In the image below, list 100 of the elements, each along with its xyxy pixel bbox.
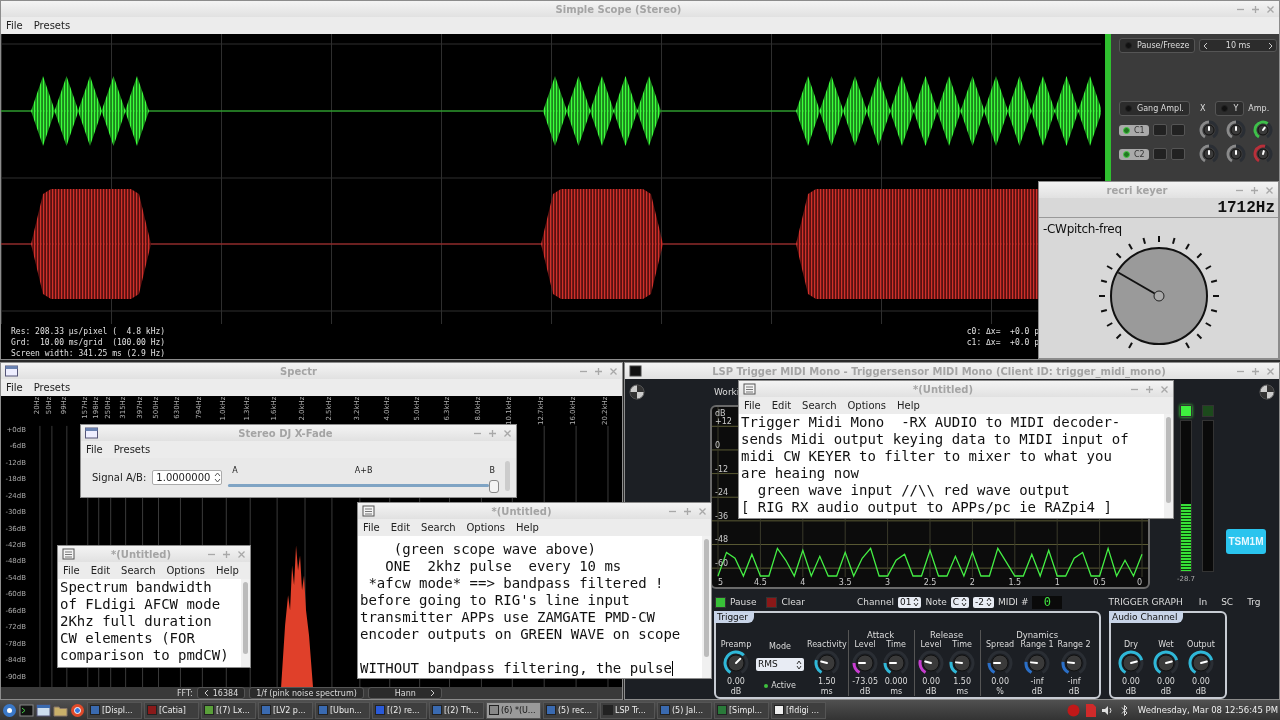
pause-button[interactable]: Pause/Freeze bbox=[1119, 38, 1196, 53]
menu-item[interactable]: Search bbox=[121, 565, 156, 576]
menu-item[interactable]: Edit bbox=[771, 400, 792, 411]
taskbar-item[interactable]: (5) Jal... bbox=[657, 701, 712, 719]
knob[interactable] bbox=[1198, 144, 1219, 164]
gang-button[interactable]: Gang Ampl. bbox=[1119, 101, 1190, 116]
taskbar-item[interactable]: [Displ... bbox=[87, 701, 142, 719]
toggle-button[interactable] bbox=[1170, 124, 1185, 136]
chevron-right-icon[interactable] bbox=[1268, 41, 1273, 50]
knob[interactable] bbox=[883, 650, 910, 676]
toggle-button[interactable] bbox=[1152, 148, 1167, 160]
knob[interactable] bbox=[1225, 120, 1246, 140]
taskbar-item[interactable]: [Catia] bbox=[144, 701, 199, 719]
slider-track[interactable] bbox=[228, 483, 489, 487]
knob[interactable] bbox=[1225, 144, 1246, 164]
taskbar-item[interactable]: [fldigi ... bbox=[771, 701, 826, 719]
knob[interactable] bbox=[1198, 120, 1219, 140]
toggle-button[interactable] bbox=[1152, 124, 1167, 136]
menu-item[interactable]: File bbox=[744, 400, 761, 411]
menu-item[interactable]: Help bbox=[216, 565, 239, 576]
window-selector[interactable]: Hann bbox=[367, 687, 442, 699]
knob[interactable] bbox=[1024, 650, 1051, 676]
value-spinbox[interactable]: 1.0000000 bbox=[152, 470, 223, 485]
scrollbar-thumb[interactable] bbox=[704, 539, 709, 658]
knob[interactable] bbox=[949, 650, 976, 676]
spin-field[interactable]: -2 bbox=[973, 596, 994, 608]
window-icon[interactable] bbox=[36, 702, 51, 718]
menu-item[interactable]: Edit bbox=[90, 565, 111, 576]
chevron-left-icon[interactable] bbox=[203, 689, 209, 697]
spin-arrows-icon[interactable] bbox=[214, 471, 222, 484]
taskbar-item[interactable]: LSP Tr... bbox=[600, 701, 655, 719]
spin-arrows-icon[interactable] bbox=[986, 597, 992, 607]
channel-button[interactable]: C1 bbox=[1119, 124, 1149, 136]
spin-arrows-icon[interactable] bbox=[961, 597, 968, 607]
knob[interactable] bbox=[1061, 650, 1088, 676]
timebase-spinner[interactable]: 10 ms bbox=[1199, 39, 1277, 52]
knob[interactable] bbox=[852, 650, 879, 676]
menu-item[interactable]: File bbox=[6, 20, 23, 31]
terminal-icon[interactable] bbox=[19, 702, 34, 718]
spin-arrows-icon[interactable] bbox=[796, 659, 802, 670]
app-icon bbox=[318, 705, 328, 715]
app-icon bbox=[375, 705, 385, 715]
taskbar-item[interactable]: [Simpl... bbox=[714, 701, 769, 719]
chevron-left-icon[interactable] bbox=[1203, 41, 1209, 50]
knob[interactable] bbox=[1252, 144, 1273, 164]
taskbar-item[interactable]: [(7) Lx... bbox=[201, 701, 256, 719]
menu-item[interactable]: Presets bbox=[33, 382, 71, 393]
menu-item[interactable]: Options bbox=[847, 400, 887, 411]
scrollbar-thumb[interactable] bbox=[243, 582, 248, 655]
taskbar-item[interactable]: (5) rec... bbox=[543, 701, 598, 719]
taskbar-item[interactable]: [(2) re... bbox=[372, 701, 427, 719]
fft-size-spinner[interactable]: 16384 bbox=[196, 687, 246, 699]
slider-thumb[interactable] bbox=[489, 479, 499, 493]
taskbar-item[interactable]: (6) *(U... bbox=[486, 701, 541, 719]
knob-label: Mode bbox=[769, 642, 791, 651]
menu-item[interactable]: Options bbox=[166, 565, 206, 576]
knob[interactable] bbox=[813, 650, 840, 676]
spin-arrows-icon[interactable] bbox=[913, 597, 920, 607]
y-button[interactable]: Y bbox=[1215, 101, 1245, 116]
menu-item[interactable]: Edit bbox=[390, 522, 411, 533]
menu-item[interactable]: Presets bbox=[113, 444, 151, 455]
menu-item[interactable]: Search bbox=[802, 400, 837, 411]
fft-label: FFT: bbox=[177, 688, 193, 698]
menu-item[interactable]: File bbox=[363, 522, 380, 533]
taskbar-item[interactable]: [LV2 p... bbox=[258, 701, 313, 719]
axis-label: 3.5 bbox=[838, 578, 852, 587]
menu-item[interactable]: File bbox=[86, 444, 103, 455]
spin-field[interactable]: 01 bbox=[897, 596, 922, 608]
toggle-button[interactable] bbox=[1170, 148, 1185, 160]
knob[interactable] bbox=[987, 650, 1014, 676]
scrollbar bbox=[505, 461, 510, 491]
taskbar-item[interactable]: [(2) Th... bbox=[429, 701, 484, 719]
menu-item[interactable]: File bbox=[63, 565, 80, 576]
knob[interactable] bbox=[918, 650, 945, 676]
knob-label: Preamp bbox=[720, 640, 752, 649]
menu-item[interactable]: Presets bbox=[33, 20, 71, 31]
app-icon bbox=[629, 365, 642, 377]
channel-button[interactable]: C2 bbox=[1119, 148, 1149, 160]
spin-field[interactable]: C bbox=[950, 596, 970, 608]
text-area[interactable]: Spectrum bandwidth of FLdigi AFCW mode 2Khz full duration CW elements (FOR comparison to pmdCW) bbox=[58, 579, 250, 667]
window-title: *(Untitled) bbox=[912, 383, 974, 395]
menu-item[interactable]: File bbox=[6, 382, 23, 393]
scrollbar-thumb[interactable] bbox=[1166, 417, 1171, 503]
pause-checkbox[interactable] bbox=[715, 596, 726, 608]
knob-label: Wet bbox=[1158, 640, 1174, 649]
menu-item[interactable]: Help bbox=[516, 522, 539, 533]
text-area[interactable] bbox=[739, 414, 1173, 518]
chevron-right-icon[interactable] bbox=[429, 689, 435, 697]
taskbar-item[interactable]: [Ubun... bbox=[315, 701, 370, 719]
logo-icon[interactable] bbox=[2, 702, 17, 718]
menu-item[interactable]: Help bbox=[897, 400, 920, 411]
knob-value: -73.05 bbox=[852, 677, 878, 686]
fft-size: 16384 bbox=[212, 688, 239, 698]
mode-select[interactable]: RMS bbox=[756, 658, 804, 671]
menu-item[interactable]: Options bbox=[466, 522, 506, 533]
globe-icon[interactable] bbox=[70, 702, 85, 718]
weighting-button[interactable]: 1/f (pink noise spectrum) bbox=[249, 687, 364, 699]
menu-item[interactable]: Search bbox=[421, 522, 456, 533]
dial-knob[interactable] bbox=[1109, 247, 1208, 345]
text-area[interactable] bbox=[358, 536, 711, 678]
